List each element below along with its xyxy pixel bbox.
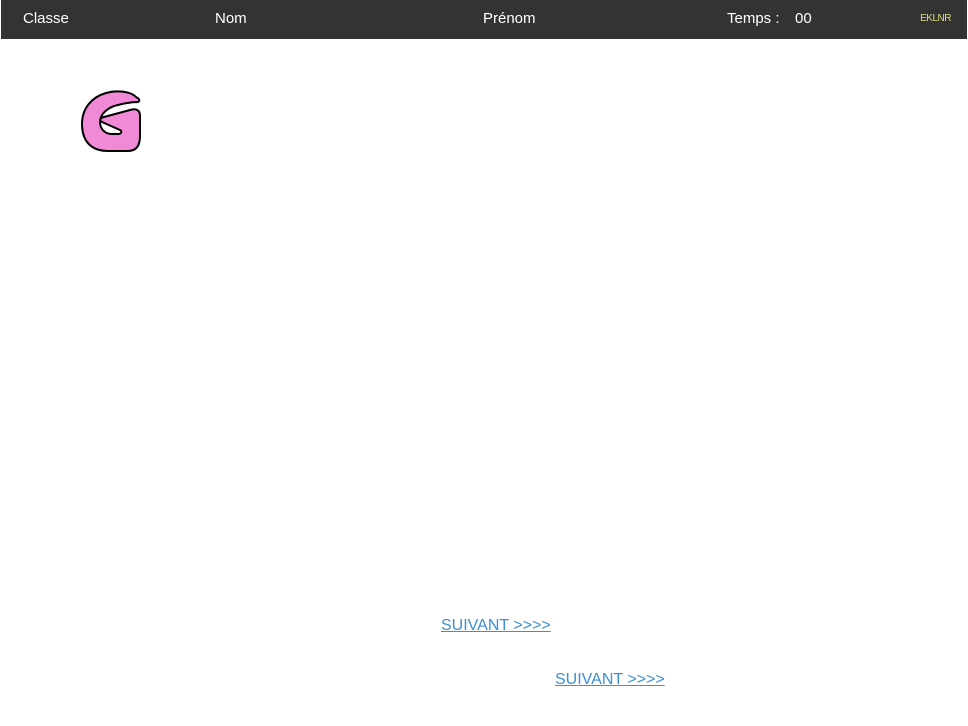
next-button-primary[interactable]: SUIVANT >>>> <box>441 617 551 635</box>
header-bar: Classe Nom Prénom Temps : 00 EKLNR <box>1 0 967 39</box>
test-page: Classe Nom Prénom Temps : 00 EKLNR SUIVA… <box>0 0 968 726</box>
temps-label: Temps : <box>727 10 780 27</box>
session-code: EKLNR <box>920 13 951 24</box>
classe-label: Classe <box>23 10 69 27</box>
nom-label: Nom <box>215 10 247 27</box>
letter-g-stimulus[interactable] <box>78 88 144 156</box>
next-button-secondary[interactable]: SUIVANT >>>> <box>555 671 665 689</box>
timer-value: 00 <box>795 10 812 27</box>
letter-g-shape-icon <box>81 90 141 152</box>
prenom-label: Prénom <box>483 10 536 27</box>
